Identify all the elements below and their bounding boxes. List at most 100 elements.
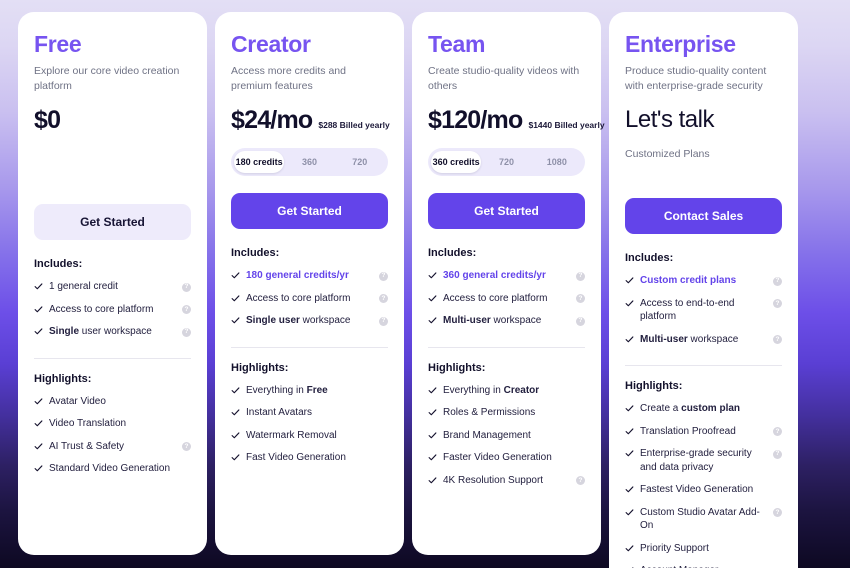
info-icon[interactable] xyxy=(379,271,388,281)
check-icon xyxy=(34,305,43,314)
cta-button-team[interactable]: Get Started xyxy=(428,193,585,230)
check-icon xyxy=(625,508,634,517)
info-icon[interactable] xyxy=(576,294,585,304)
info-icon[interactable] xyxy=(182,327,191,337)
info-icon[interactable] xyxy=(773,449,782,459)
highlight-label: Video Translation xyxy=(49,418,127,430)
highlight-label: AI Trust & Safety xyxy=(49,440,125,452)
check-icon xyxy=(428,316,437,325)
section-divider xyxy=(34,357,191,359)
highlight-item: Everything in Creator xyxy=(428,384,585,398)
includes-list: 180 general credits/yr Access to core pla… xyxy=(231,269,388,337)
check-icon xyxy=(231,431,240,440)
highlight-item: Enterprise-grade security and data priva… xyxy=(625,447,782,474)
plan-price: $24/mo xyxy=(231,106,313,135)
plan-price: Let's talk xyxy=(625,106,714,134)
includes-heading: Includes: xyxy=(625,252,674,265)
check-icon xyxy=(34,419,43,428)
info-icon[interactable] xyxy=(379,294,388,304)
cta-button-enterprise[interactable]: Contact Sales xyxy=(625,198,782,235)
include-item: Access to core platform xyxy=(231,292,388,306)
section-divider xyxy=(625,365,782,367)
info-icon[interactable] xyxy=(182,305,191,315)
include-label: 180 general credits/yr xyxy=(246,270,349,282)
highlight-label: Everything in Creator xyxy=(443,384,540,396)
check-icon xyxy=(34,282,43,291)
highlight-label: Fastest Video Generation xyxy=(640,484,754,496)
highlight-item: Roles & Permissions xyxy=(428,406,585,420)
include-item: Multi-user workspace xyxy=(428,314,585,328)
credit-option-1[interactable]: 360 xyxy=(284,151,334,173)
plan-name: Enterprise xyxy=(625,31,736,57)
info-icon[interactable] xyxy=(576,476,585,486)
check-icon xyxy=(625,404,634,413)
include-label: Access to core platform xyxy=(443,292,548,304)
highlight-label: Account Manager xyxy=(640,564,782,568)
check-icon xyxy=(625,544,634,553)
highlight-label: Faster Video Generation xyxy=(443,452,552,464)
credit-amount-toggle[interactable]: 360 credits 720 1080 xyxy=(428,148,585,177)
credit-option-2[interactable]: 1080 xyxy=(532,151,582,173)
highlight-item: Account Manager xyxy=(625,564,782,568)
credit-option-0[interactable]: 360 credits xyxy=(431,151,482,174)
check-icon xyxy=(428,453,437,462)
check-icon xyxy=(625,276,634,285)
highlight-label: Everything in Free xyxy=(246,384,328,396)
check-icon xyxy=(428,476,437,485)
info-icon[interactable] xyxy=(182,442,191,452)
credit-option-2[interactable]: 720 xyxy=(335,151,385,173)
includes-heading: Includes: xyxy=(34,258,83,271)
cta-button-free[interactable]: Get Started xyxy=(34,204,191,241)
highlight-item: Instant Avatars xyxy=(231,406,388,420)
check-icon xyxy=(34,397,43,406)
includes-heading: Includes: xyxy=(231,247,280,260)
info-icon[interactable] xyxy=(576,316,585,326)
highlight-item: Video Translation xyxy=(34,417,191,431)
include-label: Multi-user workspace xyxy=(640,333,739,345)
info-icon[interactable] xyxy=(576,271,585,281)
check-icon xyxy=(428,408,437,417)
check-icon xyxy=(625,335,634,344)
plan-description: Create studio-quality videos with others xyxy=(428,65,580,93)
credit-option-1[interactable]: 720 xyxy=(481,151,531,173)
highlight-item: Everything in Free xyxy=(231,384,388,398)
check-icon xyxy=(625,299,634,308)
highlight-label: Watermark Removal xyxy=(246,429,337,441)
info-icon[interactable] xyxy=(773,508,782,518)
info-icon[interactable] xyxy=(182,282,191,292)
highlight-item: Create a custom plan xyxy=(625,402,782,416)
credit-option-0[interactable]: 180 credits xyxy=(234,151,285,174)
include-item: Single user workspace xyxy=(34,325,191,339)
plan-price-row: $24/mo $288 Billed yearly xyxy=(231,106,390,138)
highlight-label: Create a custom plan xyxy=(640,403,741,415)
include-item: Single user workspace xyxy=(231,314,388,328)
info-icon[interactable] xyxy=(773,276,782,286)
plan-description: Explore our core video creation platform xyxy=(34,65,180,93)
pricing-plans-grid: Free Explore our core video creation plat… xyxy=(0,0,850,568)
check-icon xyxy=(625,485,634,494)
highlight-item: AI Trust & Safety xyxy=(34,440,191,454)
info-icon[interactable] xyxy=(379,316,388,326)
include-item: Access to core platform xyxy=(34,303,191,317)
highlight-item: Standard Video Generation xyxy=(34,462,191,476)
include-item: Multi-user workspace xyxy=(625,333,782,347)
plan-billing-note: $1440 Billed yearly xyxy=(528,120,605,131)
highlight-label: Priority Support xyxy=(640,542,709,554)
check-icon xyxy=(231,408,240,417)
include-item: Access to core platform xyxy=(428,292,585,306)
highlights-heading: Highlights: xyxy=(625,380,683,393)
plan-price: $120/mo xyxy=(428,106,523,135)
credit-amount-toggle[interactable]: 180 credits 360 720 xyxy=(231,148,388,177)
plan-description: Access more credits and premium features xyxy=(231,65,346,93)
plan-name: Team xyxy=(428,31,486,57)
includes-list: 360 general credits/yr Access to core pla… xyxy=(428,269,585,337)
info-icon[interactable] xyxy=(773,427,782,437)
cta-button-creator[interactable]: Get Started xyxy=(231,193,388,230)
highlights-heading: Highlights: xyxy=(34,372,92,385)
info-icon[interactable] xyxy=(773,299,782,309)
check-icon xyxy=(428,431,437,440)
section-divider xyxy=(428,346,585,348)
info-icon[interactable] xyxy=(773,335,782,345)
